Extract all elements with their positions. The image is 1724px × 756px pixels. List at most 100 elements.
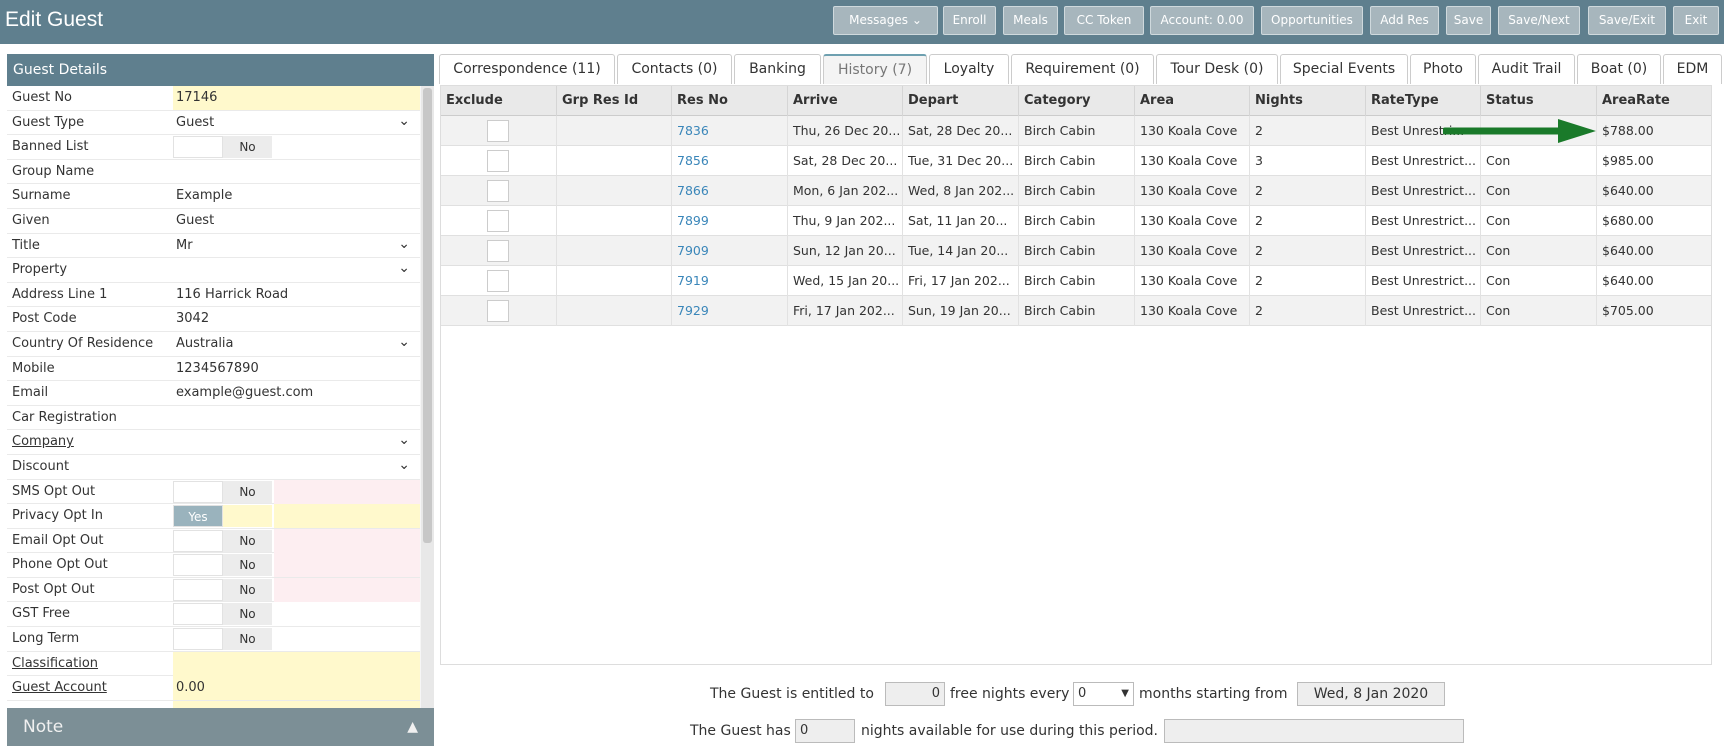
- toggle-no[interactable]: No: [223, 480, 272, 503]
- col-nights[interactable]: Nights: [1250, 86, 1366, 116]
- toggle-yes[interactable]: [173, 578, 223, 601]
- available-nights-input[interactable]: 0: [795, 719, 855, 743]
- col-depart[interactable]: Depart: [903, 86, 1019, 116]
- note-section-header[interactable]: Note ▲: [7, 708, 434, 746]
- add-res-button[interactable]: Add Res: [1370, 6, 1439, 35]
- exit-button[interactable]: Exit: [1673, 6, 1719, 35]
- tab-edm[interactable]: EDM: [1663, 54, 1722, 84]
- col-area-rate[interactable]: AreaRate: [1597, 86, 1711, 116]
- banned-list-toggle[interactable]: No: [173, 136, 272, 159]
- table-row[interactable]: 7929 Fri, 17 Jan 202... Sun, 19 Jan 20... B…: [441, 296, 1711, 326]
- table-row[interactable]: 7909 Sun, 12 Jan 20... Tue, 14 Jan 20... Bi…: [441, 236, 1711, 266]
- toggle-no[interactable]: [223, 505, 272, 528]
- sms-opt-out-toggle[interactable]: No: [173, 480, 272, 503]
- start-date-input[interactable]: Wed, 8 Jan 2020: [1297, 682, 1445, 706]
- toggle-yes[interactable]: [173, 480, 223, 503]
- toggle-no[interactable]: No: [223, 136, 272, 159]
- group-name-field[interactable]: [173, 160, 420, 184]
- exclude-checkbox[interactable]: [487, 300, 509, 322]
- long-term-toggle[interactable]: No: [173, 628, 272, 651]
- col-res-no[interactable]: Res No: [672, 86, 788, 116]
- table-cell[interactable]: 7866: [672, 176, 788, 206]
- table-cell[interactable]: 7856: [672, 146, 788, 176]
- tab-history[interactable]: History (7): [823, 54, 927, 84]
- toggle-no[interactable]: No: [223, 578, 272, 601]
- table-cell[interactable]: 7836: [672, 116, 788, 146]
- table-row[interactable]: 7866 Mon, 6 Jan 202... Wed, 8 Jan 202... Bi…: [441, 176, 1711, 206]
- property-select[interactable]: ⌄: [173, 258, 420, 282]
- phone-opt-out-toggle[interactable]: No: [173, 554, 272, 577]
- post-opt-out-toggle[interactable]: No: [173, 578, 272, 601]
- exclude-checkbox[interactable]: [487, 240, 509, 262]
- scroll-thumb[interactable]: [423, 88, 432, 543]
- account-button[interactable]: Account: 0.00: [1150, 6, 1254, 35]
- privacy-opt-in-toggle[interactable]: Yes: [173, 505, 272, 528]
- table-cell[interactable]: 7919: [672, 266, 788, 296]
- tab-requirement[interactable]: Requirement (0): [1011, 54, 1154, 84]
- table-cell[interactable]: 7929: [672, 296, 788, 326]
- form-scrollbar[interactable]: [421, 86, 434, 708]
- post-code-field[interactable]: 3042: [173, 307, 420, 331]
- table-row[interactable]: 7899 Thu, 9 Jan 202... Sat, 11 Jan 20... Bi…: [441, 206, 1711, 236]
- email-opt-out-toggle[interactable]: No: [173, 529, 272, 552]
- col-category[interactable]: Category: [1019, 86, 1135, 116]
- guest-type-select[interactable]: Guest ⌄: [173, 111, 420, 135]
- cc-token-button[interactable]: CC Token: [1064, 6, 1144, 35]
- table-row[interactable]: 7919 Wed, 15 Jan 20... Fri, 17 Jan 202... B…: [441, 266, 1711, 296]
- discount-select[interactable]: ⌄: [173, 455, 420, 479]
- title-select[interactable]: Mr ⌄: [173, 234, 420, 258]
- free-nights-input[interactable]: 0: [885, 682, 945, 706]
- tab-correspondence[interactable]: Correspondence (11): [439, 54, 615, 84]
- mobile-field[interactable]: 1234567890: [173, 357, 420, 381]
- table-row[interactable]: 7856 Sat, 28 Dec 20... Tue, 31 Dec 20... Bi…: [441, 146, 1711, 176]
- table-cell[interactable]: 7899: [672, 206, 788, 236]
- col-area[interactable]: Area: [1135, 86, 1250, 116]
- tab-contacts[interactable]: Contacts (0): [617, 54, 732, 84]
- gst-free-toggle[interactable]: No: [173, 603, 272, 626]
- tab-special-events[interactable]: Special Events: [1280, 54, 1408, 84]
- save-exit-button[interactable]: Save/Exit: [1588, 6, 1666, 35]
- toggle-yes[interactable]: [173, 628, 223, 651]
- exclude-checkbox[interactable]: [487, 210, 509, 232]
- table-cell[interactable]: 7909: [672, 236, 788, 266]
- col-arrive[interactable]: Arrive: [788, 86, 903, 116]
- save-button[interactable]: Save: [1446, 6, 1491, 35]
- save-next-button[interactable]: Save/Next: [1498, 6, 1580, 35]
- col-exclude[interactable]: Exclude: [441, 86, 557, 116]
- period-field[interactable]: [1164, 719, 1464, 743]
- exclude-checkbox[interactable]: [487, 270, 509, 292]
- opportunities-button[interactable]: Opportunities: [1261, 6, 1363, 35]
- exclude-checkbox[interactable]: [487, 150, 509, 172]
- tab-photo[interactable]: Photo: [1410, 54, 1476, 84]
- months-select[interactable]: 0 ▼: [1073, 682, 1134, 706]
- tab-banking[interactable]: Banking: [734, 54, 821, 84]
- toggle-no[interactable]: No: [223, 529, 272, 552]
- toggle-no[interactable]: No: [223, 554, 272, 577]
- meals-button[interactable]: Meals: [1003, 6, 1058, 35]
- car-registration-field[interactable]: [173, 406, 420, 430]
- col-grp-res-id[interactable]: Grp Res Id: [557, 86, 672, 116]
- messages-button[interactable]: Messages ⌄: [833, 6, 938, 35]
- email-field[interactable]: example@guest.com: [173, 381, 420, 405]
- toggle-yes[interactable]: [173, 603, 223, 626]
- toggle-yes[interactable]: [173, 529, 223, 552]
- guest-account-link[interactable]: Guest Account: [12, 680, 107, 695]
- exclude-checkbox[interactable]: [487, 120, 509, 142]
- toggle-no[interactable]: No: [223, 603, 272, 626]
- toggle-yes[interactable]: [173, 136, 223, 159]
- col-status[interactable]: Status: [1481, 86, 1597, 116]
- toggle-no[interactable]: No: [223, 628, 272, 651]
- surname-field[interactable]: Example: [173, 184, 420, 208]
- company-link[interactable]: Company: [12, 434, 74, 449]
- tab-tour-desk[interactable]: Tour Desk (0): [1156, 54, 1278, 84]
- col-rate-type[interactable]: RateType: [1366, 86, 1481, 116]
- address-line1-field[interactable]: 116 Harrick Road: [173, 283, 420, 307]
- tab-audit-trail[interactable]: Audit Trail: [1478, 54, 1575, 84]
- given-field[interactable]: Guest: [173, 209, 420, 233]
- exclude-checkbox[interactable]: [487, 180, 509, 202]
- country-select[interactable]: Australia ⌄: [173, 332, 420, 356]
- tab-loyalty[interactable]: Loyalty: [929, 54, 1009, 84]
- toggle-yes[interactable]: [173, 554, 223, 577]
- enroll-button[interactable]: Enroll: [943, 6, 996, 35]
- tab-boat[interactable]: Boat (0): [1577, 54, 1661, 84]
